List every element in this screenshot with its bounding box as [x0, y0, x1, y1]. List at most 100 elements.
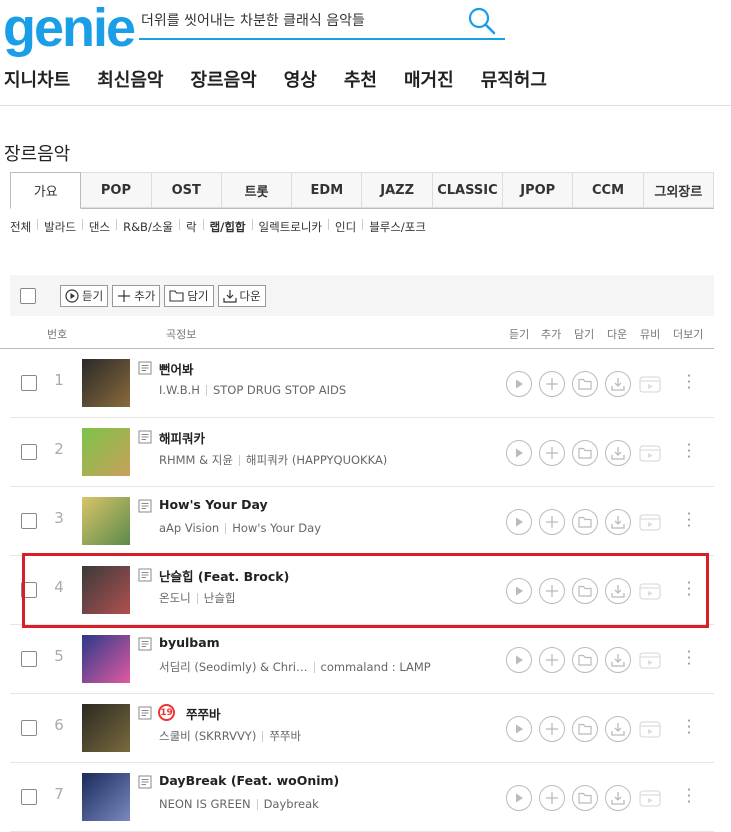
genie-logo[interactable]: genie	[3, 0, 136, 58]
mv-button[interactable]	[637, 371, 663, 397]
play-button[interactable]	[506, 785, 532, 811]
tab-jpop[interactable]: JPOP	[503, 172, 574, 208]
nav-chart[interactable]: 지니차트	[4, 66, 70, 92]
mv-button[interactable]	[637, 716, 663, 742]
nav-recommend[interactable]: 추천	[344, 66, 377, 92]
artist-name[interactable]: NEON IS GREEN	[159, 797, 251, 811]
download-button[interactable]	[605, 785, 631, 811]
tab-ccm[interactable]: CCM	[573, 172, 644, 208]
sub-genre-hiphop[interactable]: 랩/힙합	[210, 219, 246, 235]
album-cover[interactable]	[82, 359, 130, 407]
artist-name[interactable]: aAp Vision	[159, 521, 219, 535]
save-selected-button[interactable]: 담기	[164, 284, 214, 307]
sub-genre-ballad[interactable]: 발라드	[44, 219, 76, 235]
add-button[interactable]	[539, 371, 565, 397]
artist-name[interactable]: I.W.B.H	[159, 383, 200, 397]
song-title[interactable]: 쭈쭈바	[186, 704, 221, 723]
add-selected-button[interactable]: 추가	[112, 284, 161, 307]
artist-name[interactable]: 스쿨비 (SKRRVVY)	[159, 728, 256, 744]
nav-music-hug[interactable]: 뮤직허그	[481, 66, 547, 92]
sub-genre-indie[interactable]: 인디	[335, 219, 356, 235]
album-name[interactable]: STOP DRUG STOP AIDS	[213, 383, 346, 397]
artist-name[interactable]: 서딤리 (Seodimly) & Chri…	[159, 659, 308, 675]
play-selected-button[interactable]: 듣기	[60, 284, 109, 307]
more-options-icon[interactable]: · · ·	[686, 438, 692, 465]
song-checkbox[interactable]	[21, 720, 37, 736]
sub-genre-rock[interactable]: 락	[186, 219, 197, 235]
song-title[interactable]: 뻔어봐	[159, 359, 194, 378]
song-checkbox[interactable]	[21, 651, 37, 667]
lyrics-icon[interactable]	[138, 706, 152, 720]
sub-genre-blues-folk[interactable]: 블루스/포크	[369, 219, 426, 235]
add-button[interactable]	[539, 440, 565, 466]
download-selected-button[interactable]: 다운	[217, 284, 266, 307]
play-button[interactable]	[506, 371, 532, 397]
save-button[interactable]	[572, 371, 598, 397]
tab-pop[interactable]: POP	[81, 172, 152, 208]
play-button[interactable]	[506, 440, 532, 466]
album-name[interactable]: Daybreak	[264, 797, 319, 811]
mv-button[interactable]	[637, 440, 663, 466]
song-title[interactable]: DayBreak (Feat. woOnim)	[159, 773, 339, 788]
album-cover[interactable]	[82, 773, 130, 821]
nav-genre-music[interactable]: 장르음악	[191, 66, 257, 92]
more-options-icon[interactable]: · · ·	[686, 783, 692, 810]
mv-button[interactable]	[637, 647, 663, 673]
search-icon[interactable]	[467, 6, 497, 36]
song-checkbox[interactable]	[21, 513, 37, 529]
select-all-checkbox[interactable]	[20, 287, 36, 304]
song-title[interactable]: byulbam	[159, 635, 220, 650]
tab-etc[interactable]: 그외장르	[643, 172, 714, 208]
nav-new-music[interactable]: 최신음악	[97, 66, 163, 92]
song-checkbox[interactable]	[21, 789, 37, 805]
mv-button[interactable]	[637, 785, 663, 811]
album-name[interactable]: 해피쿼카 (HAPPYQUOKKA)	[246, 452, 387, 468]
play-button[interactable]	[506, 509, 532, 535]
mv-button[interactable]	[637, 509, 663, 535]
album-name[interactable]: How's Your Day	[232, 521, 321, 535]
save-button[interactable]	[572, 647, 598, 673]
tab-edm[interactable]: EDM	[292, 172, 363, 208]
tab-jazz[interactable]: JAZZ	[362, 172, 433, 208]
add-button[interactable]	[539, 647, 565, 673]
download-button[interactable]	[605, 716, 631, 742]
more-options-icon[interactable]: · · ·	[686, 507, 692, 534]
sub-genre-all[interactable]: 전체	[10, 219, 31, 235]
add-button[interactable]	[539, 785, 565, 811]
more-options-icon[interactable]: · · ·	[686, 714, 692, 741]
nav-magazine[interactable]: 매거진	[404, 66, 454, 92]
search-input[interactable]	[139, 6, 459, 34]
lyrics-icon[interactable]	[138, 637, 152, 651]
save-button[interactable]	[572, 509, 598, 535]
nav-video[interactable]: 영상	[284, 66, 317, 92]
add-button[interactable]	[539, 716, 565, 742]
download-button[interactable]	[605, 440, 631, 466]
tab-classic[interactable]: CLASSIC	[432, 172, 504, 208]
sub-genre-rnb[interactable]: R&B/소울	[123, 219, 173, 235]
play-button[interactable]	[506, 716, 532, 742]
lyrics-icon[interactable]	[138, 361, 152, 375]
lyrics-icon[interactable]	[138, 775, 152, 789]
save-button[interactable]	[572, 785, 598, 811]
download-button[interactable]	[605, 509, 631, 535]
lyrics-icon[interactable]	[138, 499, 152, 513]
album-name[interactable]: 쭈쭈바	[269, 728, 301, 744]
song-title[interactable]: 해피쿼카	[159, 428, 205, 447]
album-cover[interactable]	[82, 428, 130, 476]
song-checkbox[interactable]	[21, 444, 37, 460]
download-button[interactable]	[605, 371, 631, 397]
save-button[interactable]	[572, 440, 598, 466]
album-cover[interactable]	[82, 635, 130, 683]
artist-name[interactable]: RHMM & 지윤	[159, 452, 233, 468]
tab-kpop[interactable]: 가요	[10, 172, 82, 209]
sub-genre-dance[interactable]: 댄스	[89, 219, 110, 235]
tab-trot[interactable]: 트롯	[221, 172, 293, 208]
song-title[interactable]: How's Your Day	[159, 497, 268, 512]
lyrics-icon[interactable]	[138, 430, 152, 444]
more-options-icon[interactable]: · · ·	[686, 369, 692, 396]
album-cover[interactable]	[82, 704, 130, 752]
add-button[interactable]	[539, 509, 565, 535]
download-button[interactable]	[605, 647, 631, 673]
song-checkbox[interactable]	[21, 375, 37, 391]
play-button[interactable]	[506, 647, 532, 673]
